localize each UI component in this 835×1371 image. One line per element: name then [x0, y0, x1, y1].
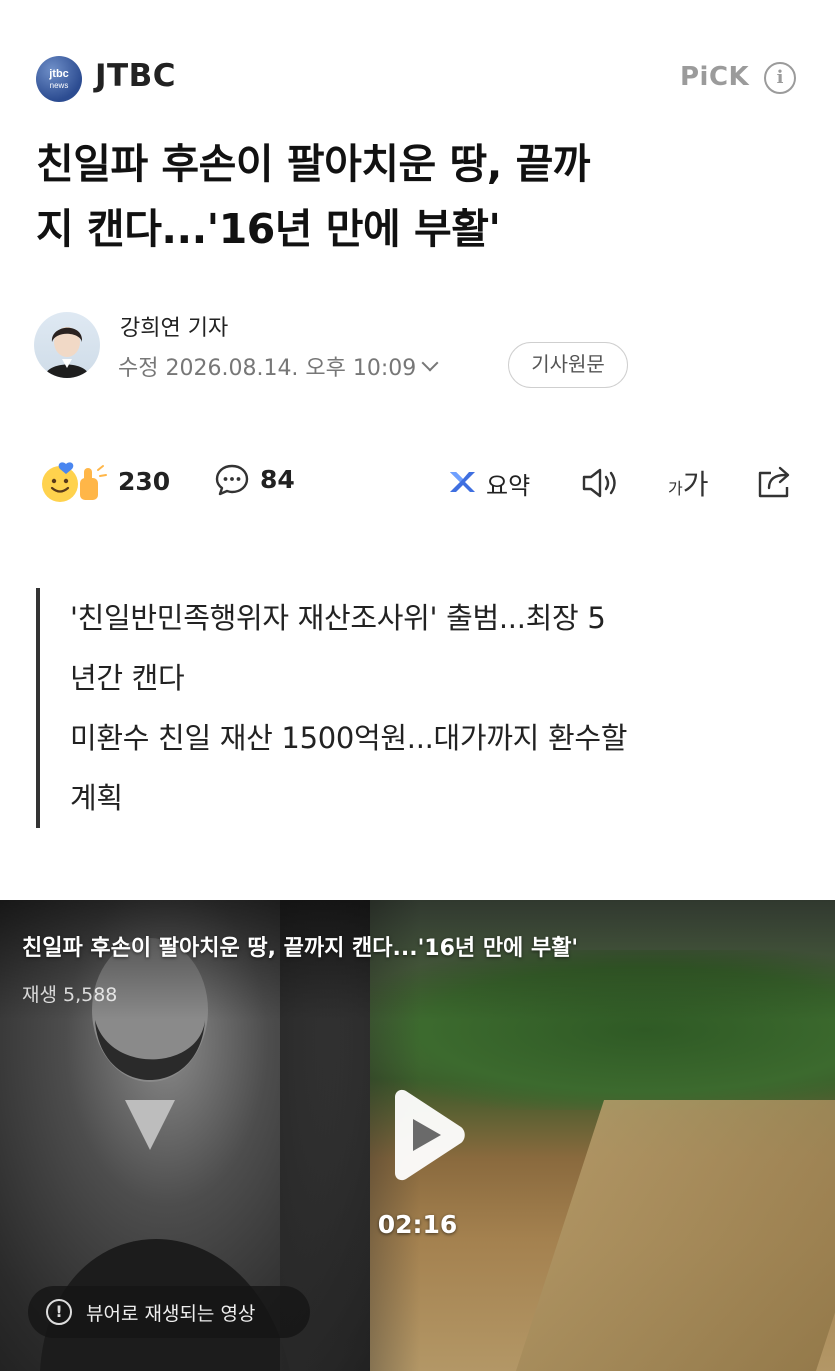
summary-line: 계획 [70, 781, 123, 815]
summary-line: '친일반민족행위자 재산조사위' 출범...최장 5 [70, 601, 606, 635]
svg-text:news: news [50, 81, 69, 90]
video-view-count: 재생 5,588 [22, 984, 118, 1006]
headline-line: 지 캔다...'16년 만에 부활' [36, 205, 501, 253]
page-title: 친일파 후손이 팔아치운 땅, 끝까 지 캔다...'16년 만에 부활' [36, 132, 801, 262]
share-icon[interactable] [755, 463, 795, 501]
article-header: jtbc news JTBC PiCK i [0, 0, 835, 140]
reaction-emoji-icon[interactable] [40, 460, 108, 504]
summary-line: 미환수 친일 재산 1500억원...대가까지 환수할 [70, 721, 628, 755]
date-line[interactable]: 수정 2026.08.14. 오후 10:09 [118, 350, 439, 382]
chevron-down-icon[interactable] [421, 354, 439, 372]
ai-summary-icon[interactable] [447, 467, 477, 497]
font-size-button[interactable]: 가가 [668, 463, 709, 503]
font-size-small-glyph: 가 [668, 479, 683, 498]
summary-line: 년간 캔다 [70, 661, 185, 695]
font-size-large-glyph: 가 [682, 468, 709, 501]
alert-icon: ! [46, 1299, 72, 1325]
press-name[interactable]: JTBC [95, 58, 176, 94]
modified-date: 수정 2026.08.14. 오후 10:09 [118, 356, 417, 381]
video-thumbnail-field [515, 1100, 835, 1371]
info-icon[interactable]: i [764, 62, 796, 94]
reporter-avatar[interactable] [34, 312, 100, 378]
reaction-count[interactable]: 230 [118, 467, 170, 496]
play-icon[interactable] [373, 1085, 473, 1185]
viewer-notice-text: 뷰어로 재생되는 영상 [86, 1302, 256, 1325]
speaker-icon[interactable] [580, 465, 622, 501]
reporter-name[interactable]: 강희연 기자 [120, 310, 228, 342]
original-article-button[interactable]: 기사원문 [508, 342, 628, 388]
svg-text:jtbc: jtbc [48, 68, 69, 80]
video-duration: 02:16 [377, 1210, 458, 1239]
action-bar: 230 84 요약 가가 [0, 455, 835, 510]
press-logo[interactable]: jtbc news [36, 56, 82, 102]
headline-line: 친일파 후손이 팔아치운 땅, 끝까 [36, 140, 591, 188]
pick-label: PiCK [680, 62, 750, 92]
comment-icon[interactable] [214, 463, 250, 497]
summary-button[interactable]: 요약 [486, 466, 530, 501]
article-summary: '친일반민족행위자 재산조사위' 출범...최장 5 년간 캔다 미환수 친일 … [36, 588, 806, 828]
video-title: 친일파 후손이 팔아치운 땅, 끝까지 캔다...'16년 만에 부활' [22, 936, 579, 961]
viewer-playback-notice[interactable]: ! 뷰어로 재생되는 영상 [28, 1286, 310, 1338]
comment-count[interactable]: 84 [260, 465, 295, 494]
